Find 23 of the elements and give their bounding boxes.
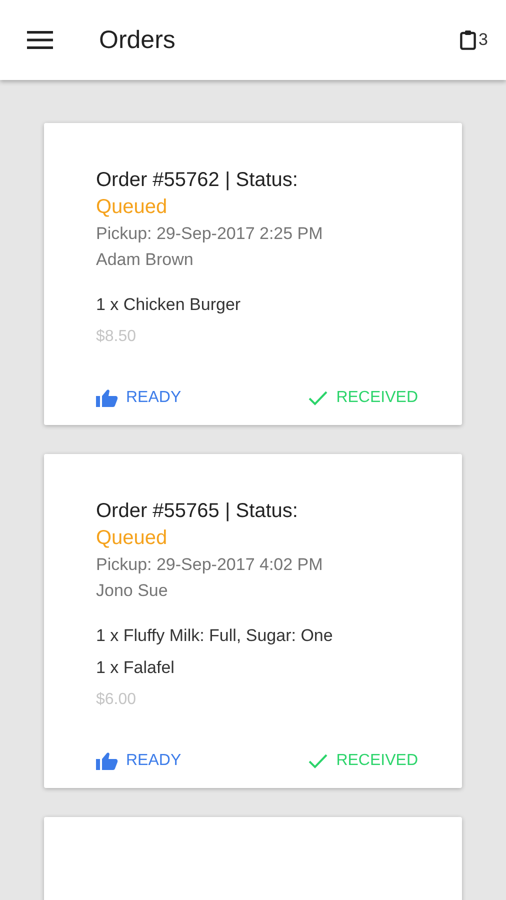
checkmark-icon (308, 390, 328, 406)
order-title: Order #55762 | Status: (96, 168, 299, 193)
order-status: Queued (96, 526, 168, 551)
order-item: 1 x Falafel (96, 657, 176, 679)
order-count: 3 (478, 30, 488, 50)
thumbs-up-icon (96, 752, 118, 770)
pickup-time: Pickup: 29-Sep-2017 2:25 PM (96, 223, 324, 245)
menu-icon[interactable] (27, 31, 53, 49)
pickup-time: Pickup: 29-Sep-2017 4:02 PM (96, 554, 324, 576)
clipboard-icon[interactable] (460, 30, 476, 50)
ready-button[interactable]: READY (86, 746, 186, 776)
checkmark-icon (308, 753, 328, 769)
customer-name: Adam Brown (96, 249, 194, 271)
order-item: 1 x Chicken Burger (96, 294, 242, 316)
customer-name: Jono Sue (96, 580, 169, 602)
order-title: Order #55765 | Status: (96, 499, 299, 524)
order-status: Queued (96, 195, 168, 220)
order-price: $8.50 (96, 327, 138, 347)
order-price: $6.00 (96, 690, 138, 710)
page-title: Orders (99, 26, 176, 54)
ready-button[interactable]: READY (86, 383, 186, 413)
order-item: 1 x Fluffy Milk: Full, Sugar: One (96, 625, 334, 647)
thumbs-up-icon (96, 389, 118, 407)
